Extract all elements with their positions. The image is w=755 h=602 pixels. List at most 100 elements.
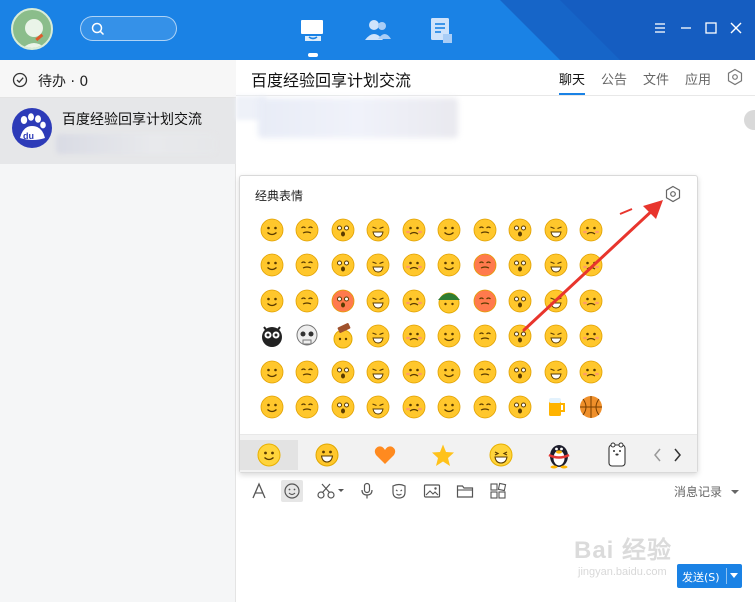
emoji-hush-icon[interactable] bbox=[503, 390, 539, 426]
emoji-cool-icon[interactable] bbox=[396, 248, 432, 284]
emoji-blush-icon[interactable] bbox=[467, 212, 503, 248]
emoji-kiss-icon[interactable] bbox=[396, 354, 432, 390]
emoji-hmm-icon[interactable] bbox=[432, 390, 468, 426]
emoji-puff-icon[interactable] bbox=[361, 354, 397, 390]
emoji-sweat-icon[interactable] bbox=[396, 319, 432, 355]
emoji-cry-icon[interactable] bbox=[432, 212, 468, 248]
voice-button[interactable] bbox=[356, 480, 378, 502]
emoji-shy-icon[interactable] bbox=[290, 212, 326, 248]
sticker-button[interactable] bbox=[388, 480, 410, 502]
folder-button[interactable] bbox=[454, 480, 476, 502]
maximize-button[interactable] bbox=[703, 20, 719, 36]
emoji-grin-icon[interactable] bbox=[290, 248, 326, 284]
emoji-hurt-icon[interactable] bbox=[503, 319, 539, 355]
emoji-scream-icon[interactable] bbox=[503, 283, 539, 319]
send-button[interactable]: 发送(S) bbox=[677, 564, 742, 588]
tab-chat[interactable]: 聊天 bbox=[559, 69, 586, 95]
menu-button[interactable] bbox=[652, 20, 668, 36]
image-button[interactable] bbox=[421, 480, 443, 502]
emoji-skull-icon[interactable] bbox=[290, 319, 326, 355]
font-button[interactable] bbox=[248, 480, 270, 502]
emoji-cover-icon[interactable] bbox=[290, 354, 326, 390]
todo-bar[interactable]: 待办 · 0 bbox=[0, 60, 236, 98]
emoji-sob-icon[interactable] bbox=[503, 248, 539, 284]
collapse-handle[interactable] bbox=[744, 110, 755, 130]
category-classic[interactable] bbox=[240, 440, 298, 470]
emoji-stare-icon[interactable] bbox=[325, 248, 361, 284]
emoji-angry-icon[interactable] bbox=[467, 283, 503, 319]
screenshot-button[interactable] bbox=[314, 480, 348, 502]
emoji-wink-icon[interactable] bbox=[254, 283, 290, 319]
emoji-cheer-icon[interactable] bbox=[538, 354, 574, 390]
emoji-red-icon[interactable] bbox=[325, 283, 361, 319]
emoji-shock-icon[interactable] bbox=[503, 212, 539, 248]
emoji-pout-icon[interactable] bbox=[361, 248, 397, 284]
emoji-laugh-icon[interactable] bbox=[538, 212, 574, 248]
emoji-bleed-icon[interactable] bbox=[361, 390, 397, 426]
emoji-smirk-icon[interactable] bbox=[361, 319, 397, 355]
tab-files[interactable]: 文件 bbox=[643, 69, 669, 88]
chevron-left-icon[interactable] bbox=[652, 447, 664, 463]
emoji-ball-icon[interactable] bbox=[574, 390, 610, 426]
nav-docs[interactable] bbox=[426, 15, 456, 45]
emoji-doh-icon[interactable] bbox=[290, 390, 326, 426]
emoji-tongue-icon[interactable] bbox=[254, 248, 290, 284]
emoji-angry-icon[interactable] bbox=[467, 248, 503, 284]
emoji-smug-icon[interactable] bbox=[290, 283, 326, 319]
emoji-shout-icon[interactable] bbox=[503, 354, 539, 390]
emoji-tease-icon[interactable] bbox=[538, 248, 574, 284]
emoji-facepalm-icon[interactable] bbox=[254, 390, 290, 426]
emoji-sorry-icon[interactable] bbox=[325, 354, 361, 390]
close-button[interactable] bbox=[728, 20, 744, 36]
category-grin[interactable] bbox=[298, 440, 356, 470]
emoji-button[interactable] bbox=[281, 480, 303, 502]
category-bear[interactable] bbox=[588, 440, 646, 470]
message-history-link[interactable]: 消息记录 bbox=[674, 483, 740, 500]
emoji-hammer-icon[interactable] bbox=[325, 319, 361, 355]
emoji-beer-icon[interactable] bbox=[538, 390, 574, 426]
emoji-green-icon[interactable] bbox=[432, 283, 468, 319]
emoji-settings-icon[interactable] bbox=[664, 185, 682, 203]
settings-hex-icon[interactable] bbox=[726, 68, 744, 86]
emoji-grumble-icon[interactable] bbox=[467, 319, 503, 355]
emoji-grin-icon[interactable] bbox=[538, 319, 574, 355]
emoji-cover-icon[interactable] bbox=[254, 354, 290, 390]
emoji-cry-icon[interactable] bbox=[396, 390, 432, 426]
emoji-grin-icon[interactable] bbox=[325, 390, 361, 426]
category-laugh[interactable] bbox=[472, 440, 530, 470]
emoji-think-icon[interactable] bbox=[574, 248, 610, 284]
emoji-love-icon[interactable] bbox=[325, 212, 361, 248]
minimize-button[interactable] bbox=[678, 20, 694, 36]
emoji-skull-owl-icon[interactable] bbox=[254, 319, 290, 355]
emoji-grin-icon[interactable] bbox=[396, 283, 432, 319]
emoji-smile-icon[interactable] bbox=[254, 212, 290, 248]
category-star[interactable] bbox=[414, 440, 472, 470]
emoji-stunned-icon[interactable] bbox=[432, 354, 468, 390]
emoji-worried-icon[interactable] bbox=[432, 248, 468, 284]
send-options-caret-icon[interactable] bbox=[730, 573, 738, 578]
emoji-shrug-icon[interactable] bbox=[574, 354, 610, 390]
app-button[interactable] bbox=[487, 480, 509, 502]
emoji-dizzy-icon[interactable] bbox=[538, 283, 574, 319]
user-avatar[interactable] bbox=[11, 8, 53, 50]
emoji-grumble-icon[interactable] bbox=[432, 319, 468, 355]
category-penguin[interactable] bbox=[530, 440, 588, 470]
conversation-item[interactable]: du 百度经验回享计划交流 bbox=[0, 98, 236, 164]
nav-contacts[interactable] bbox=[362, 15, 392, 45]
category-heart[interactable] bbox=[356, 440, 414, 470]
emoji-sad-icon[interactable] bbox=[574, 212, 610, 248]
chevron-right-icon[interactable] bbox=[671, 447, 683, 463]
emoji-sweat-icon[interactable] bbox=[361, 212, 397, 248]
tab-announcement[interactable]: 公告 bbox=[601, 69, 627, 88]
emoji-cool-icon[interactable] bbox=[396, 212, 432, 248]
folder-icon bbox=[456, 485, 474, 498]
tab-apps[interactable]: 应用 bbox=[685, 69, 711, 88]
emoji-curious-icon[interactable] bbox=[574, 283, 610, 319]
emoji-wink-icon[interactable] bbox=[574, 319, 610, 355]
emoji-frown-icon[interactable] bbox=[361, 283, 397, 319]
emoji-meh-icon[interactable] bbox=[467, 390, 503, 426]
search-box[interactable] bbox=[80, 16, 177, 41]
nav-chat[interactable] bbox=[298, 15, 328, 57]
emoji-panel: 经典表情 bbox=[239, 175, 698, 473]
emoji-tear-icon[interactable] bbox=[467, 354, 503, 390]
